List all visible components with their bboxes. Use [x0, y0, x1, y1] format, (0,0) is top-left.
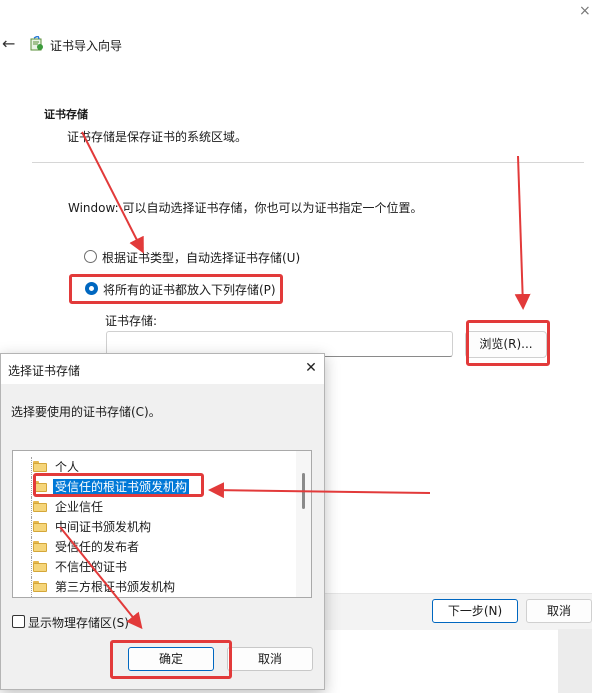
next-button[interactable]: 下一步(N)	[432, 599, 518, 623]
back-arrow-icon[interactable]: ←	[2, 36, 18, 52]
dialog-prompt: 选择要使用的证书存储(C)。	[11, 405, 161, 419]
show-physical-checkbox[interactable]	[12, 615, 25, 628]
tree-item-label[interactable]: 中间证书颁发机构	[53, 519, 153, 535]
show-physical-label[interactable]: 显示物理存储区(S)	[28, 614, 129, 631]
tree-item[interactable]: 企业信任	[27, 497, 293, 517]
tree-item[interactable]: 中间证书颁发机构	[27, 517, 293, 537]
tree-item[interactable]: 受信任的发布者	[27, 537, 293, 557]
section-description: 证书存储是保存证书的系统区域。	[67, 130, 248, 144]
tree-item[interactable]: 不信任的证书	[27, 557, 293, 577]
tree-item-label[interactable]: 不信任的证书	[53, 559, 129, 575]
tree-item[interactable]: 第三方根证书颁发机构	[27, 577, 293, 597]
folder-icon	[33, 541, 47, 552]
folder-icon	[33, 461, 47, 472]
window-close-button[interactable]: ×	[579, 4, 591, 18]
annotation-box-ok	[110, 640, 232, 679]
dialog-cancel-button[interactable]: 取消	[227, 647, 313, 671]
background-panel	[558, 629, 592, 693]
separator	[32, 162, 584, 163]
wizard-cancel-button[interactable]: 取消	[526, 599, 592, 623]
annotation-arrow-radio	[81, 131, 144, 254]
dialog-close-icon[interactable]: ✕	[304, 360, 318, 376]
cert-store-label: 证书存储:	[105, 314, 158, 328]
tree-scrollbar-thumb[interactable]	[302, 473, 305, 509]
dialog-title: 选择证书存储	[8, 364, 81, 378]
annotation-box-radio	[69, 274, 283, 304]
folder-icon	[33, 561, 47, 572]
section-title: 证书存储	[44, 108, 88, 121]
radio-auto-select-label[interactable]: 根据证书类型，自动选择证书存储(U)	[102, 249, 300, 266]
tree-item-label[interactable]: 受信任的发布者	[53, 539, 141, 555]
certificate-icon	[29, 34, 45, 52]
annotation-box-tree-item	[33, 473, 204, 497]
annotation-arrow-browse	[514, 155, 531, 310]
radio-auto-select[interactable]	[84, 250, 97, 263]
info-text: Window: 可以自动选择证书存储，你也可以为证书指定一个位置。	[68, 201, 423, 215]
folder-icon	[33, 501, 47, 512]
folder-icon	[33, 581, 47, 592]
tree-item-label[interactable]: 第三方根证书颁发机构	[53, 579, 177, 595]
folder-icon	[33, 521, 47, 532]
wizard-title: 证书导入向导	[50, 39, 123, 53]
annotation-box-browse	[466, 320, 550, 366]
tree-item-label[interactable]: 企业信任	[53, 499, 105, 515]
